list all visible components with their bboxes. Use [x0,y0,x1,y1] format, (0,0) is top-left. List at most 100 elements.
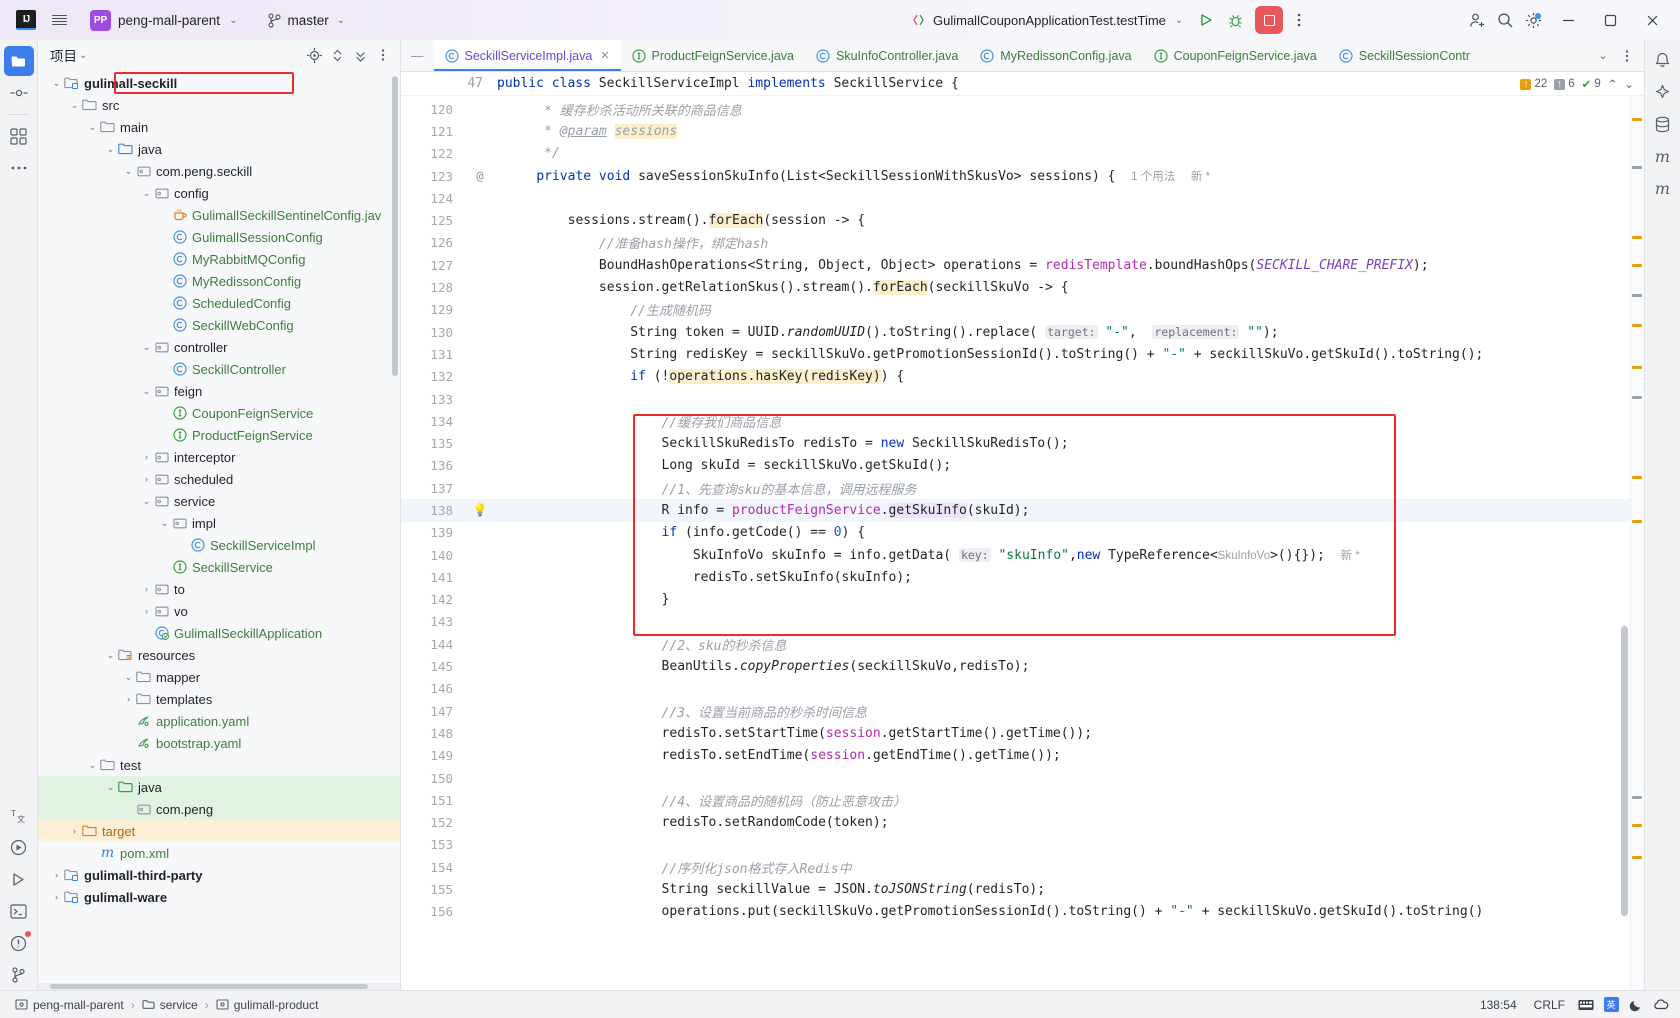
tree-expand-arrow[interactable]: › [140,474,153,484]
tree-expand-arrow[interactable]: ⌄ [140,342,153,353]
tree-expand-arrow[interactable]: ⌄ [50,78,63,89]
code-line[interactable]: 124 [401,187,1644,209]
tree-expand-arrow[interactable]: › [68,826,81,836]
tree-expand-arrow[interactable]: ⌄ [140,188,153,199]
code-line[interactable]: 123 @ private void saveSessionSkuInfo(Lis… [401,165,1644,187]
tree-row[interactable]: SeckillService [38,556,400,578]
tree-row[interactable]: › gulimall-ware [38,886,400,908]
more-run-actions-button[interactable] [1286,7,1312,33]
collapse-all-icon[interactable] [349,44,371,66]
editor-tab[interactable]: CouponFeignService.java [1143,40,1328,71]
code-line[interactable]: 138 💡 R info = productFeignService.getSku… [401,499,1644,522]
code-line[interactable]: 149 redisTo.setEndTime(session.getEndTim… [401,745,1644,767]
tree-row[interactable]: GulimallSessionConfig [38,226,400,248]
code-line[interactable]: 141 redisTo.setSkuInfo(skuInfo); [401,566,1644,588]
tree-row[interactable]: ⌄ gulimall-seckill [38,72,400,94]
sidebar-item-project[interactable] [3,46,34,76]
sidebar-item-translate[interactable]: T文 [4,800,34,830]
editor-tab[interactable]: ProductFeignService.java [621,40,805,71]
tree-expand-arrow[interactable]: ⌄ [140,496,153,507]
sidebar-item-terminal[interactable] [4,896,34,926]
git-branch-selector[interactable]: master ⌄ [261,10,351,31]
editor-tabs[interactable]: — SeckillServiceImpl.java ✕ ProductFeignSer… [401,40,1644,72]
editor-vertical-scrollbar[interactable] [1621,626,1628,916]
tree-row[interactable]: m pom.xml [38,842,400,864]
breadcrumb-folder[interactable]: service [135,998,205,1012]
tree-row[interactable]: ⌄ src [38,94,400,116]
code-line[interactable]: 150 [401,767,1644,789]
code-line[interactable]: 133 [401,388,1644,410]
tree-row[interactable]: ⌄ service [38,490,400,512]
more-tabs-icon[interactable] [1616,45,1638,67]
editor-tab[interactable]: SkuInfoController.java [805,40,969,71]
tree-row[interactable]: SeckillController [38,358,400,380]
tree-row[interactable]: › interceptor [38,446,400,468]
tree-expand-arrow[interactable]: ⌄ [122,672,135,683]
project-selector[interactable]: PP peng-mall-parent ⌄ [84,7,243,34]
code-line[interactable]: 148 redisTo.setStartTime(session.getStar… [401,722,1644,744]
tree-expand-arrow[interactable]: ⌄ [86,122,99,133]
main-menu-button[interactable] [46,7,72,33]
sidebar-item-version-control[interactable] [4,960,34,990]
tree-expand-arrow[interactable]: ⌄ [104,144,117,155]
breadcrumb-module[interactable]: peng-mall-parent [8,998,131,1012]
tree-expand-arrow[interactable]: › [140,452,153,462]
tree-row[interactable]: ⌄ impl [38,512,400,534]
line-separator[interactable]: CRLF [1527,998,1572,1012]
tree-row[interactable]: › templates [38,688,400,710]
tree-expand-arrow[interactable]: ⌄ [158,518,171,529]
tree-row[interactable]: application.yaml [38,710,400,732]
ime-icon[interactable]: 英 [1600,994,1622,1016]
tree-row[interactable]: › to [38,578,400,600]
tree-expand-arrow[interactable]: ⌄ [104,782,117,793]
tree-row[interactable]: CouponFeignService [38,402,400,424]
sidebar-item-run[interactable] [4,864,34,894]
code-line[interactable]: 129 //生成随机码 [401,299,1644,321]
annotation-gutter-icon[interactable]: @ [463,169,497,183]
code-line[interactable]: 151 //4、设置商品的随机码（防止恶意攻击） [401,789,1644,811]
run-configuration-selector[interactable]: GulimallCouponApplicationTest.testTime ⌄ [905,10,1190,31]
tree-row[interactable]: GulimallSeckillApplication [38,622,400,644]
project-tree-scrollbar[interactable] [392,76,398,376]
code-line[interactable]: 128 session.getRelationSkus().stream().f… [401,276,1644,298]
tree-row[interactable]: › gulimall-third-party [38,864,400,886]
settings-button[interactable] [1520,7,1546,33]
code-line[interactable]: 139 if (info.getCode() == 0) { [401,522,1644,544]
cloud-icon[interactable] [1650,994,1672,1016]
code-line[interactable]: 131 String redisKey = seckillSkuVo.getPr… [401,343,1644,365]
sidebar-item-run-anything[interactable] [4,832,34,862]
code-line[interactable]: 125 sessions.stream().forEach(session ->… [401,209,1644,231]
tree-row[interactable]: ⌄ test [38,754,400,776]
tree-row[interactable]: › vo [38,600,400,622]
tree-expand-arrow[interactable]: › [122,694,135,704]
maximize-window-button[interactable] [1590,1,1630,39]
tree-row[interactable]: MyRedissonConfig [38,270,400,292]
debug-button[interactable] [1222,7,1248,33]
code-line[interactable]: 144 //2、sku的秒杀信息 [401,633,1644,655]
tree-row[interactable]: › scheduled [38,468,400,490]
editor-tab[interactable]: SeckillServiceImpl.java ✕ [433,40,621,71]
sidebar-item-more[interactable] [4,153,34,183]
tree-row[interactable]: ⌄ java [38,138,400,160]
chevron-down-icon[interactable]: ⌄ [79,50,87,61]
tree-row[interactable]: ⌄ java [38,776,400,798]
tree-expand-arrow[interactable]: ⌄ [140,386,153,397]
code-line[interactable]: 147 //3、设置当前商品的秒杀时间信息 [401,700,1644,722]
add-user-button[interactable] [1464,7,1490,33]
sidebar-item-bookmarks[interactable]: m [1649,174,1677,202]
code-line[interactable]: 155 String seckillValue = JSON.toJSONStr… [401,878,1644,900]
tree-row[interactable]: ⌄ config [38,182,400,204]
chevron-down-icon[interactable]: ⌄ [1624,77,1634,91]
tree-row[interactable]: com.peng [38,798,400,820]
intention-bulb-icon[interactable]: 💡 [463,503,497,517]
project-panel-options-icon[interactable] [372,44,394,66]
code-line[interactable]: 143 [401,611,1644,633]
code-line[interactable]: 145 BeanUtils.copyProperties(seckillSkuV… [401,655,1644,677]
tree-row[interactable]: SeckillWebConfig [38,314,400,336]
moon-icon[interactable] [1625,994,1647,1016]
chevron-up-icon[interactable]: ⌃ [1608,77,1618,91]
minimize-window-button[interactable] [1548,1,1588,39]
tree-row[interactable]: ScheduledConfig [38,292,400,314]
code-line[interactable]: 132 if (!operations.hasKey(redisKey)) { [401,366,1644,388]
tree-row[interactable]: GulimallSeckillSentinelConfig.jav [38,204,400,226]
